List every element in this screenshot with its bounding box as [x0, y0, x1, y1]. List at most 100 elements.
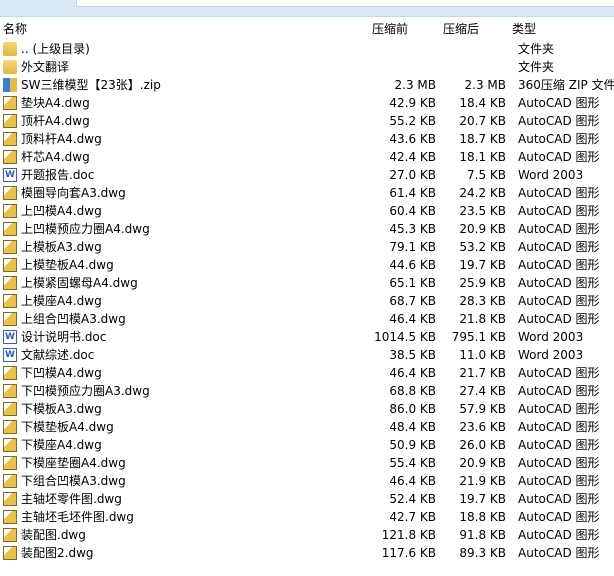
dwg-icon: [3, 366, 17, 380]
file-name: 下模座A4.dwg: [21, 438, 102, 452]
file-row[interactable]: 杆芯A4.dwg 42.4 KB 18.1 KB AutoCAD 图形: [0, 148, 614, 166]
file-name: 上凹模预应力圈A4.dwg: [21, 222, 150, 236]
file-name: SW三维模型【23张】.zip: [21, 78, 161, 92]
file-name: 上模垫板A4.dwg: [21, 258, 114, 272]
column-size-before[interactable]: 压缩前: [372, 20, 408, 37]
dwg-icon: [3, 132, 17, 146]
file-row[interactable]: SW三维模型【23张】.zip 2.3 MB 2.3 MB 360压缩 ZIP 文件: [0, 76, 614, 94]
file-row[interactable]: 下模座垫圈A4.dwg 55.4 KB 20.9 KB AutoCAD 图形: [0, 454, 614, 472]
file-name: 顶杆A4.dwg: [21, 114, 90, 128]
dwg-icon: [3, 510, 17, 524]
file-row[interactable]: 垫块A4.dwg 42.9 KB 18.4 KB AutoCAD 图形: [0, 94, 614, 112]
file-type: AutoCAD 图形: [518, 222, 600, 236]
file-row[interactable]: 装配图.dwg 121.8 KB 91.8 KB AutoCAD 图形: [0, 526, 614, 544]
size-after: 19.7 KB: [459, 492, 506, 506]
file-name: 垫块A4.dwg: [21, 96, 90, 110]
file-name: 下凹模预应力圈A3.dwg: [21, 384, 150, 398]
file-row[interactable]: .. (上级目录) 文件夹: [0, 40, 614, 58]
file-row[interactable]: 装配图2.dwg 117.6 KB 89.3 KB AutoCAD 图形: [0, 544, 614, 562]
file-row[interactable]: 上模紧固螺母A4.dwg 65.1 KB 25.9 KB AutoCAD 图形: [0, 274, 614, 292]
file-type: AutoCAD 图形: [518, 420, 600, 434]
dwg-icon: [3, 384, 17, 398]
file-row[interactable]: W 开题报告.doc 27.0 KB 7.5 KB Word 2003: [0, 166, 614, 184]
file-type: AutoCAD 图形: [518, 402, 600, 416]
dwg-icon: [3, 258, 17, 272]
size-after: 18.8 KB: [459, 510, 506, 524]
size-before: 86.0 KB: [389, 402, 436, 416]
file-row[interactable]: W 文献综述.doc 38.5 KB 11.0 KB Word 2003: [0, 346, 614, 364]
dwg-icon: [3, 276, 17, 290]
size-before: 2.3 MB: [394, 78, 436, 92]
dwg-icon: [3, 402, 17, 416]
size-after: 57.9 KB: [459, 402, 506, 416]
size-after: 27.4 KB: [459, 384, 506, 398]
file-name: 下模垫板A4.dwg: [21, 420, 114, 434]
size-before: 52.4 KB: [389, 492, 436, 506]
file-row[interactable]: 下凹模A4.dwg 46.4 KB 21.7 KB AutoCAD 图形: [0, 364, 614, 382]
file-name: 下模座垫圈A4.dwg: [21, 456, 126, 470]
dwg-icon: [3, 150, 17, 164]
file-row[interactable]: 下模垫板A4.dwg 48.4 KB 23.6 KB AutoCAD 图形: [0, 418, 614, 436]
file-row[interactable]: 模圈导向套A3.dwg 61.4 KB 24.2 KB AutoCAD 图形: [0, 184, 614, 202]
file-type: AutoCAD 图形: [518, 96, 600, 110]
file-type: AutoCAD 图形: [518, 312, 600, 326]
file-name: 模圈导向套A3.dwg: [21, 186, 126, 200]
file-row[interactable]: 上模座A4.dwg 68.7 KB 28.3 KB AutoCAD 图形: [0, 292, 614, 310]
file-name: .. (上级目录): [21, 42, 90, 56]
file-name: 外文翻译: [21, 60, 70, 74]
column-header: 名称 压缩前 压缩后 类型: [0, 17, 614, 37]
folder-icon: [3, 60, 17, 74]
size-after: 24.2 KB: [459, 186, 506, 200]
address-bar[interactable]: [76, 0, 614, 7]
file-row[interactable]: 上模垫板A4.dwg 44.6 KB 19.7 KB AutoCAD 图形: [0, 256, 614, 274]
file-row[interactable]: 下模座A4.dwg 50.9 KB 26.0 KB AutoCAD 图形: [0, 436, 614, 454]
size-before: 79.1 KB: [389, 240, 436, 254]
file-row[interactable]: 外文翻译 文件夹: [0, 58, 614, 76]
dwg-icon: [3, 474, 17, 488]
file-type: AutoCAD 图形: [518, 474, 600, 488]
file-row[interactable]: 上组合凹模A3.dwg 46.4 KB 21.8 KB AutoCAD 图形: [0, 310, 614, 328]
column-size-after[interactable]: 压缩后: [443, 20, 479, 37]
size-before: 121.8 KB: [381, 528, 436, 542]
size-before: 44.6 KB: [389, 258, 436, 272]
zip-icon: [3, 78, 17, 92]
file-row[interactable]: 下模板A3.dwg 86.0 KB 57.9 KB AutoCAD 图形: [0, 400, 614, 418]
file-row[interactable]: 主轴坯毛坯件图.dwg 42.7 KB 18.8 KB AutoCAD 图形: [0, 508, 614, 526]
file-type: 文件夹: [518, 60, 555, 74]
size-after: 795.1 KB: [451, 330, 506, 344]
dwg-icon: [3, 96, 17, 110]
file-row[interactable]: 顶料杆A4.dwg 43.6 KB 18.7 KB AutoCAD 图形: [0, 130, 614, 148]
size-before: 46.4 KB: [389, 312, 436, 326]
file-row[interactable]: 主轴坯零件图.dwg 52.4 KB 19.7 KB AutoCAD 图形: [0, 490, 614, 508]
file-type: AutoCAD 图形: [518, 276, 600, 290]
file-type: Word 2003: [518, 168, 584, 182]
file-name: 装配图2.dwg: [21, 546, 94, 560]
dwg-icon: [3, 186, 17, 200]
size-after: 26.0 KB: [459, 438, 506, 452]
file-type: Word 2003: [518, 330, 584, 344]
column-type[interactable]: 类型: [512, 20, 536, 37]
size-after: 28.3 KB: [459, 294, 506, 308]
size-after: 2.3 MB: [464, 78, 506, 92]
file-row[interactable]: 顶杆A4.dwg 55.2 KB 20.7 KB AutoCAD 图形: [0, 112, 614, 130]
file-type: AutoCAD 图形: [518, 510, 600, 524]
file-row[interactable]: 下组合凹模A3.dwg 46.4 KB 21.9 KB AutoCAD 图形: [0, 472, 614, 490]
folder-icon: [3, 42, 17, 56]
file-name: 上组合凹模A3.dwg: [21, 312, 126, 326]
file-row[interactable]: 下凹模预应力圈A3.dwg 68.8 KB 27.4 KB AutoCAD 图形: [0, 382, 614, 400]
size-before: 65.1 KB: [389, 276, 436, 290]
dwg-icon: [3, 294, 17, 308]
file-name: 文献综述.doc: [21, 348, 95, 362]
size-after: 91.8 KB: [459, 528, 506, 542]
file-row[interactable]: 上凹模预应力圈A4.dwg 45.3 KB 20.9 KB AutoCAD 图形: [0, 220, 614, 238]
size-after: 21.7 KB: [459, 366, 506, 380]
file-row[interactable]: 上凹模A4.dwg 60.4 KB 23.5 KB AutoCAD 图形: [0, 202, 614, 220]
file-row[interactable]: W 设计说明书.doc 1014.5 KB 795.1 KB Word 2003: [0, 328, 614, 346]
file-row[interactable]: 上模板A3.dwg 79.1 KB 53.2 KB AutoCAD 图形: [0, 238, 614, 256]
file-type: AutoCAD 图形: [518, 384, 600, 398]
column-name[interactable]: 名称: [3, 20, 27, 37]
file-name: 杆芯A4.dwg: [21, 150, 90, 164]
size-after: 23.6 KB: [459, 420, 506, 434]
file-name: 上模板A3.dwg: [21, 240, 102, 254]
size-after: 18.4 KB: [459, 96, 506, 110]
